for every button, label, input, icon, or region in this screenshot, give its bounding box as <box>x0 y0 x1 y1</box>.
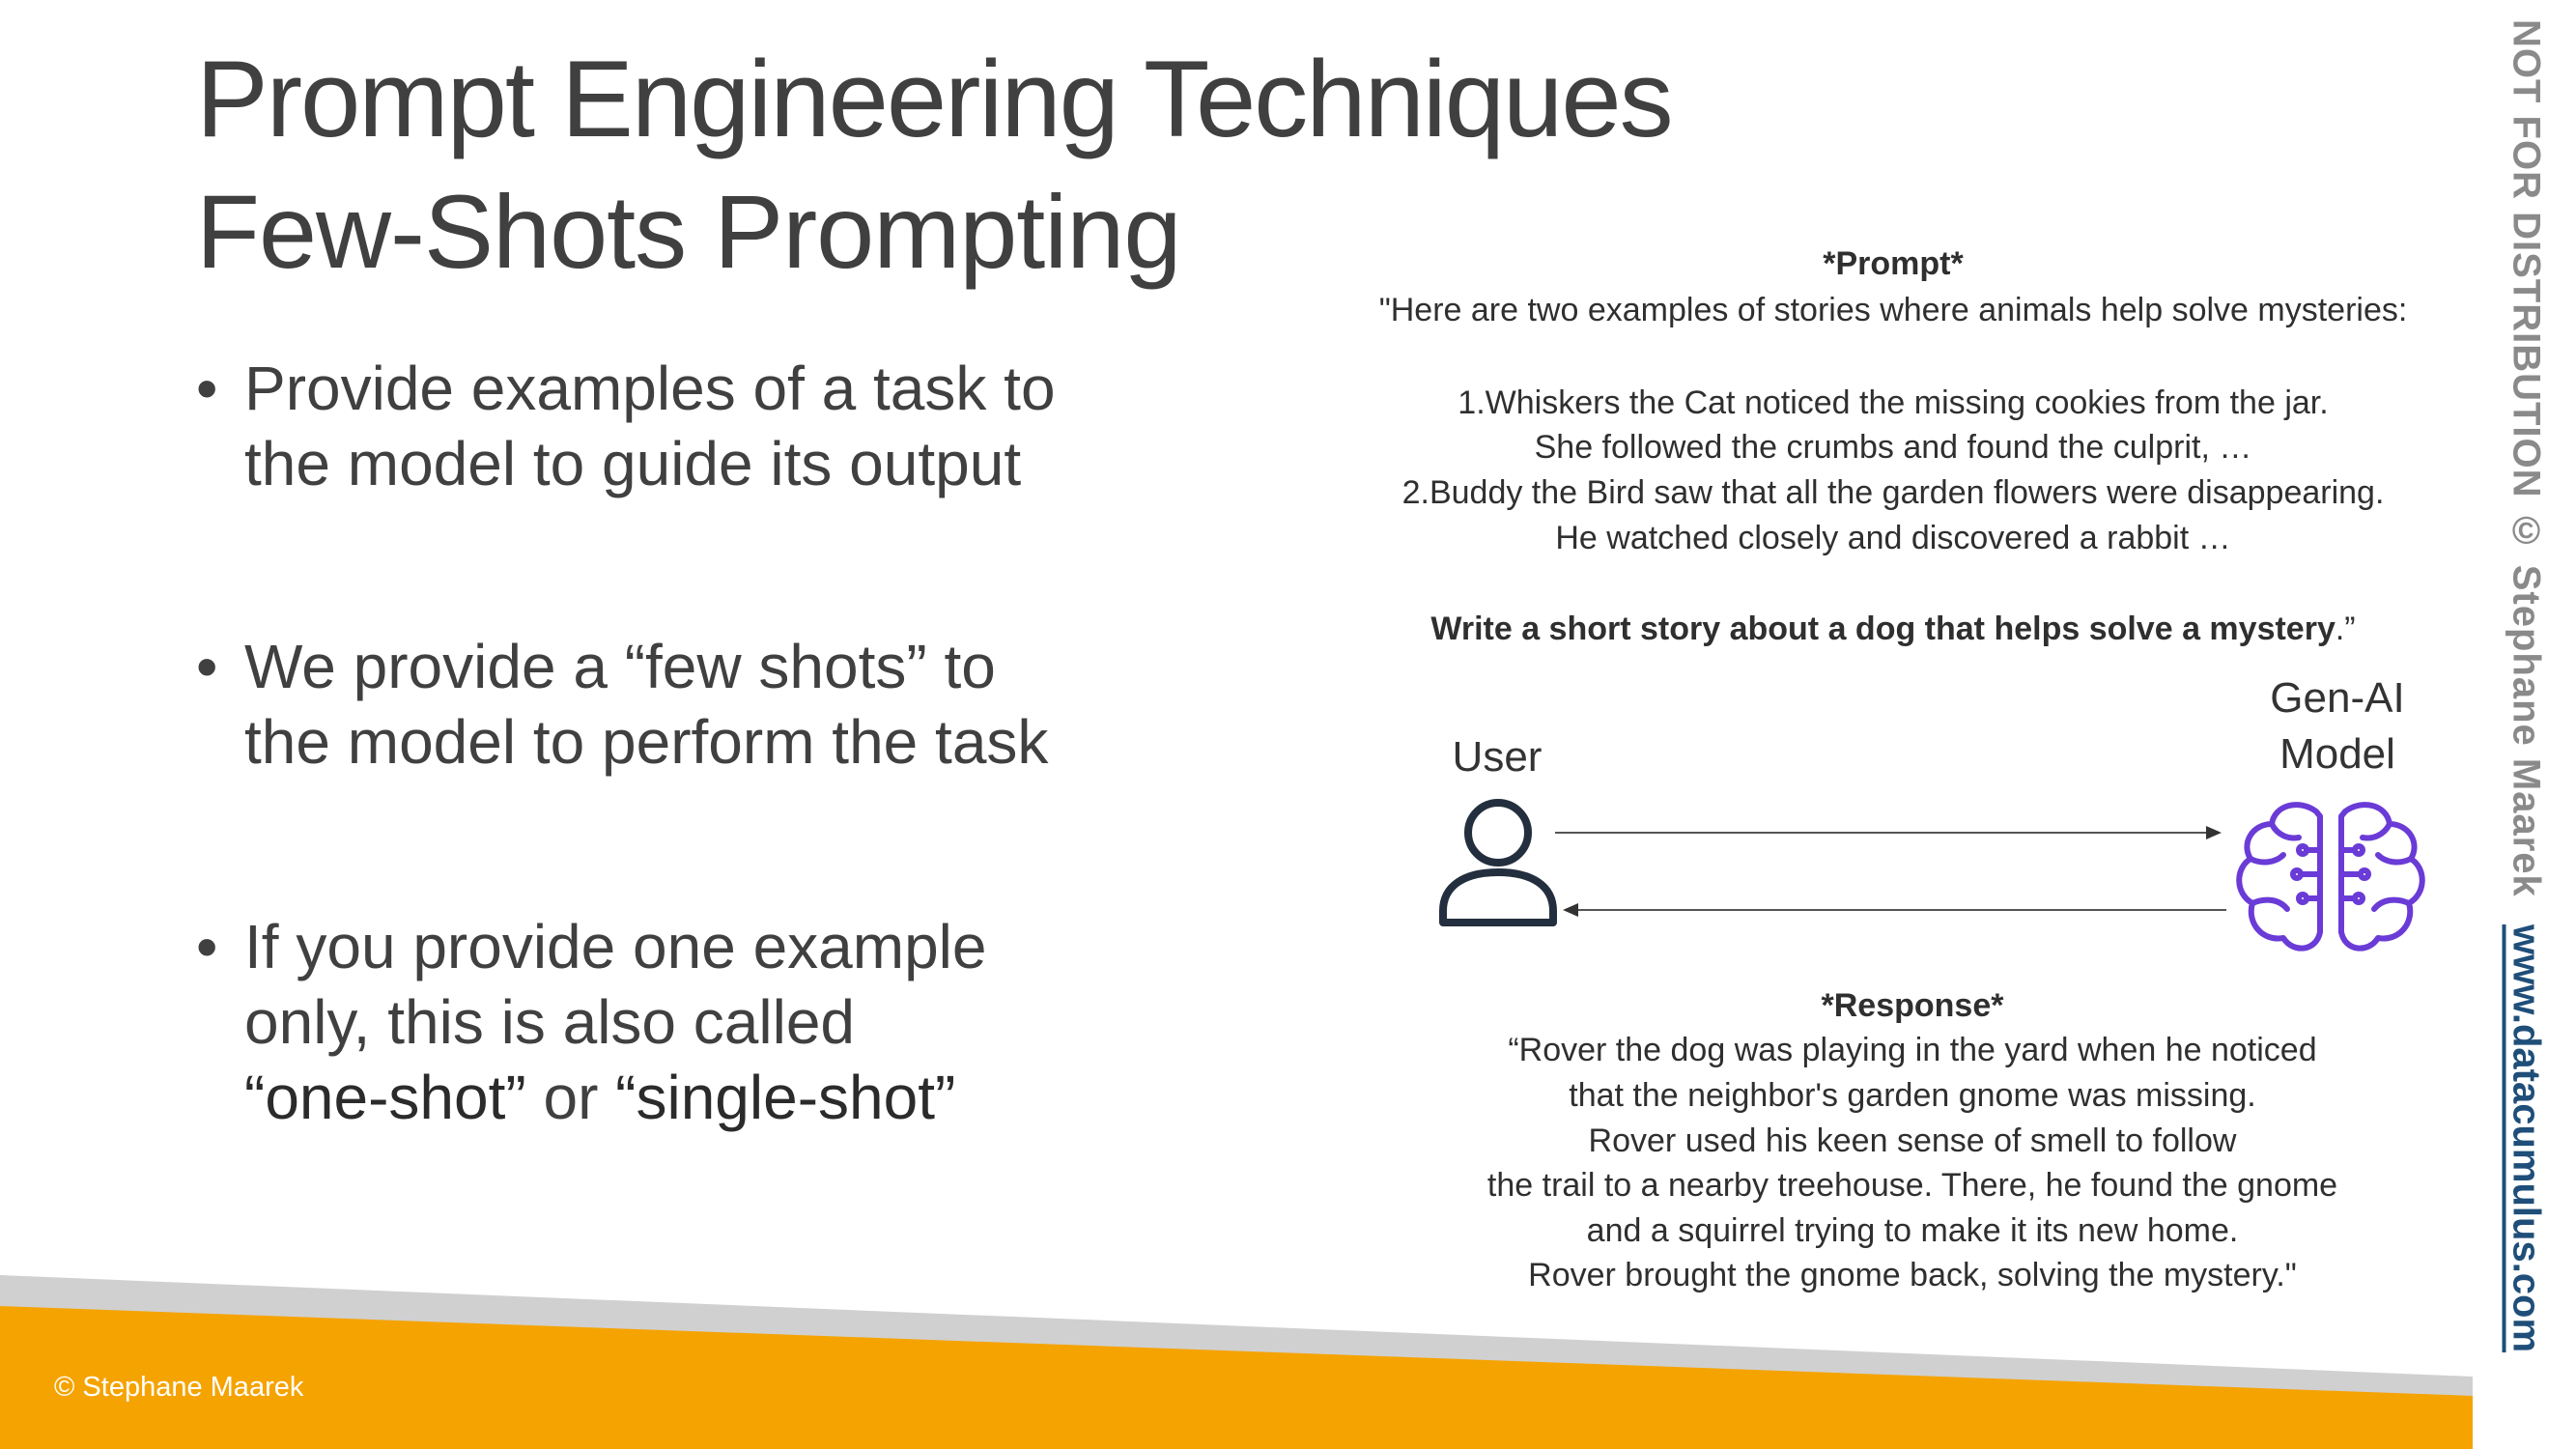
response-line: Rover brought the gnome back, solving th… <box>1528 1257 2297 1293</box>
arrows <box>1555 826 2226 917</box>
bullet-line: the model to guide its output <box>244 429 1022 498</box>
footer-copyright: © Stephane Maarek <box>54 1372 304 1403</box>
response-line: “Rover the dog was playing in the yard w… <box>1508 1032 2317 1068</box>
bullet-dot: • <box>196 912 218 981</box>
side-banner: NOT FOR DISTRIBUTION © Stephane Maarek w… <box>2482 19 2569 1410</box>
bullet-item: • We provide a “few shots” to the model … <box>196 629 1162 780</box>
response-line: the trail to a nearby treehouse. There, … <box>1486 1167 2338 1204</box>
bullet-line: We provide a “few shots” to <box>244 632 996 701</box>
page-subtitle: Few-Shots Prompting <box>196 173 1181 290</box>
model-label-line1: Gen-AI <box>2270 674 2405 722</box>
bullet-item: • If you provide one example only, this … <box>196 909 1162 1135</box>
bullet-line: the model to perform the task <box>244 707 1049 777</box>
distribution-notice: NOT FOR DISTRIBUTION © Stephane Maarek <box>2505 19 2548 897</box>
response-line: and a squirrel trying to make it its new… <box>1586 1212 2239 1249</box>
response-line: Rover used his keen sense of smell to fo… <box>1588 1122 2237 1159</box>
prompt-example-line: He watched closely and discovered a rabb… <box>1555 520 2231 556</box>
bullet-item: • Provide examples of a task to the mode… <box>196 351 1162 501</box>
prompt-example-line: She followed the crumbs and found the cu… <box>1534 429 2252 466</box>
bullet-dot: • <box>196 632 218 701</box>
brain-circuit-icon <box>2236 802 2425 952</box>
user-icon <box>1439 799 1557 926</box>
bullet-line-emphasis: “one-shot” or “single-shot” <box>244 1060 1162 1135</box>
prompt-instruction-bold: Write a short story about a dog that hel… <box>1430 611 2335 647</box>
single-shot-term: “single-shot” <box>615 1063 956 1132</box>
bullet-line: Provide examples of a task to <box>244 354 1056 423</box>
response-arrowhead <box>1563 903 1578 917</box>
page-title: Prompt Engineering Techniques <box>196 39 1674 159</box>
website-link[interactable]: www.datacumulus.com <box>2505 924 2548 1352</box>
response-heading: *Response* <box>1821 987 2004 1024</box>
prompt-instruction: Write a short story about a dog that hel… <box>1304 607 2482 651</box>
bullet-connector: or <box>525 1063 616 1132</box>
prompt-instruction-end: .” <box>2335 611 2356 647</box>
user-label: User <box>1452 733 1543 781</box>
response-line: that the neighbor's garden gnome was mis… <box>1569 1077 2256 1114</box>
prompt-heading: *Prompt* <box>1823 245 1964 282</box>
request-arrowhead <box>2206 826 2222 839</box>
model-label-line2: Model <box>2279 730 2395 778</box>
prompt-intro: "Here are two examples of stories where … <box>1378 292 2408 328</box>
bullet-line: If you provide one example <box>244 912 987 981</box>
prompt-example-line: 1.Whiskers the Cat noticed the missing c… <box>1458 384 2329 421</box>
bullet-line: only, this is also called <box>244 987 855 1057</box>
prompt-example-line: 2.Buddy the Bird saw that all the garden… <box>1401 474 2385 511</box>
bullet-dot: • <box>196 354 218 423</box>
one-shot-term: “one-shot” <box>244 1063 526 1132</box>
